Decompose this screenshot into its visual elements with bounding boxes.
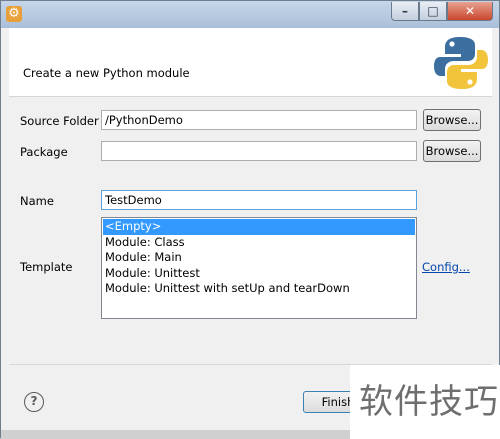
template-option[interactable]: Module: Unittest with setUp and tearDown [103, 281, 415, 297]
source-folder-browse-button[interactable]: Browse... [423, 109, 481, 131]
package-label: Package [20, 145, 68, 159]
question-icon[interactable]: ? [24, 392, 44, 412]
package-input[interactable] [101, 141, 417, 161]
window-controls: – □ ✕ [391, 2, 493, 21]
template-label: Template [20, 260, 73, 274]
name-label: Name [20, 194, 54, 208]
template-option[interactable]: Module: Class [103, 235, 415, 251]
close-button[interactable]: ✕ [447, 2, 493, 21]
source-folder-input[interactable]: /PythonDemo [101, 110, 417, 130]
python-logo-icon [434, 37, 488, 89]
name-input[interactable]: TestDemo [101, 190, 417, 210]
package-browse-button[interactable]: Browse... [423, 140, 481, 162]
template-listbox[interactable]: <Empty> Module: Class Module: Main Module: … [101, 217, 417, 319]
template-option[interactable]: <Empty> [103, 219, 415, 235]
watermark: 软件技巧 [350, 365, 500, 439]
new-python-module-dialog: ⚙ – □ ✕ Create a new Python module Sourc… [0, 0, 500, 439]
form-area: Source Folder /PythonDemo Browse... Pack… [9, 97, 492, 364]
maximize-button[interactable]: □ [419, 2, 447, 21]
dialog-header: Create a new Python module [9, 28, 492, 97]
minimize-button[interactable]: – [391, 2, 419, 21]
gear-icon: ⚙ [6, 6, 22, 22]
config-link[interactable]: Config... [422, 260, 470, 274]
source-folder-label: Source Folder [20, 114, 99, 128]
title-bar[interactable]: ⚙ – □ ✕ [1, 1, 499, 28]
header-message: Create a new Python module [23, 66, 190, 80]
template-option[interactable]: Module: Main [103, 250, 415, 266]
template-option[interactable]: Module: Unittest [103, 266, 415, 282]
